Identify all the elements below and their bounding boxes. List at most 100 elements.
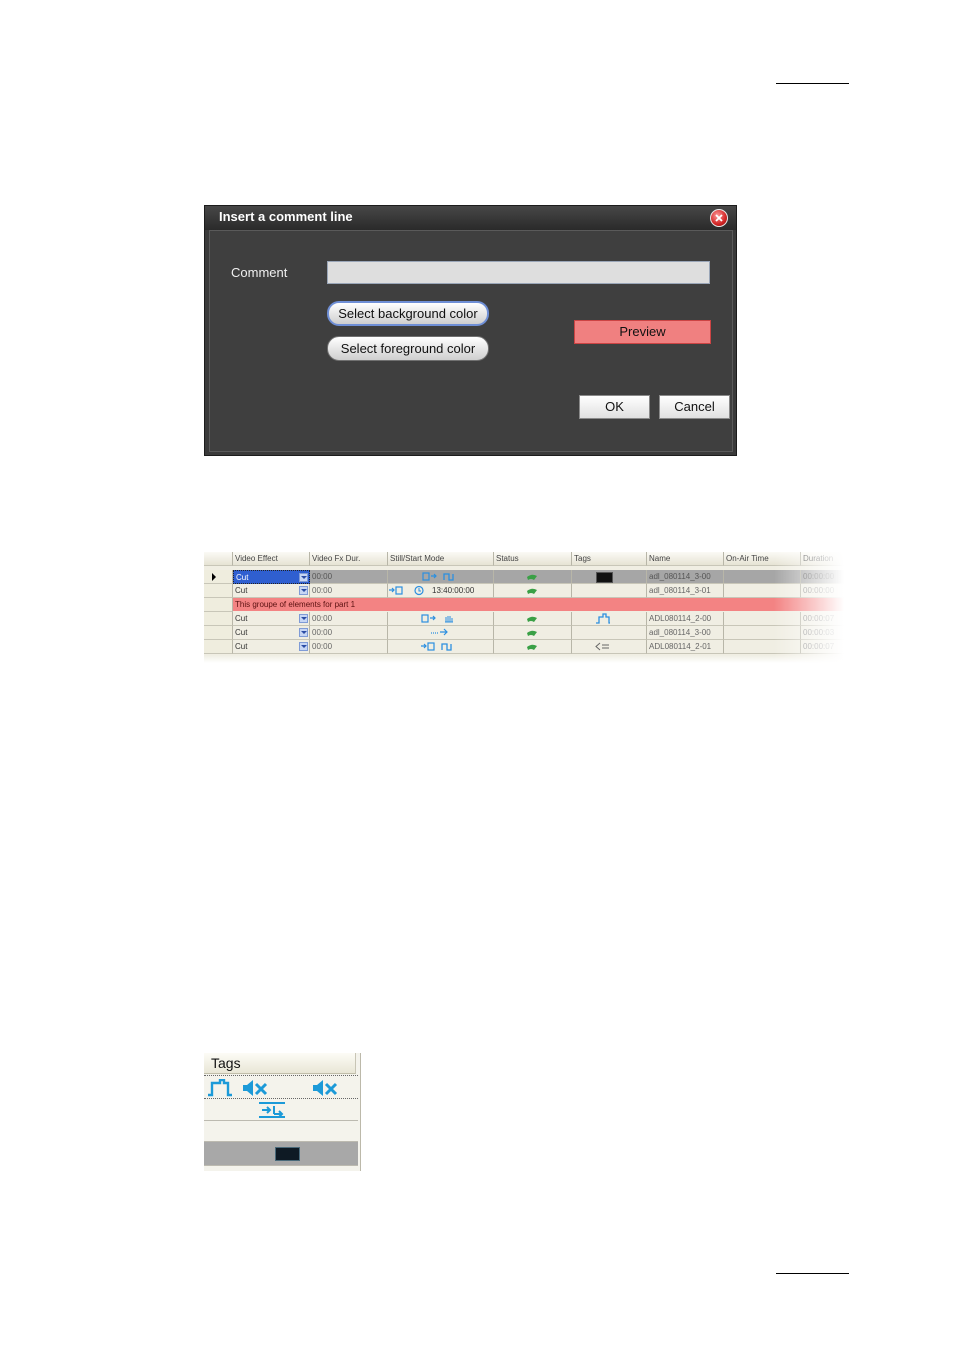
start-mode-cell: [388, 612, 494, 626]
row-indicator: [204, 612, 233, 626]
status-cell: [494, 626, 572, 640]
dropdown-arrow-icon[interactable]: [299, 573, 308, 582]
tags-cell: [572, 570, 647, 584]
effect-cell[interactable]: Cut: [233, 626, 310, 640]
col-status[interactable]: Status: [494, 552, 572, 566]
effect-cell[interactable]: Cut: [233, 570, 310, 584]
tags-column-detail: Tags: [204, 1053, 361, 1171]
grid-bottom-fade: [204, 655, 844, 663]
dropdown-arrow-icon[interactable]: [299, 586, 308, 595]
black-tag-icon: [275, 1147, 300, 1161]
tags-header[interactable]: Tags: [204, 1053, 356, 1074]
effect-cell[interactable]: Cut: [233, 612, 310, 626]
status-ok-icon: [527, 574, 537, 580]
name-cell[interactable]: ADL080114_2-00: [647, 612, 724, 626]
gpi-tag-icon: [208, 1079, 232, 1097]
effect-value: Cut: [235, 628, 248, 637]
comment-label: Comment: [231, 265, 288, 280]
close-icon[interactable]: [710, 209, 728, 227]
footer-rule: [776, 1273, 849, 1274]
col-video-fx-dur[interactable]: Video Fx Dur.: [310, 552, 388, 566]
start-mode-cell: [388, 640, 494, 654]
current-row-arrow-icon: [212, 573, 216, 581]
effect-value: Cut: [235, 642, 248, 651]
name-cell[interactable]: adl_080114_3-01: [647, 584, 724, 598]
on-air-cell[interactable]: [724, 640, 801, 654]
start-mode-cell: 13:40:00:00: [388, 584, 494, 598]
effect-cell[interactable]: Cut: [233, 584, 310, 598]
dialog-title: Insert a comment line: [205, 206, 736, 230]
insert-comment-dialog: Insert a comment line Comment Select bac…: [204, 205, 737, 456]
start-mode-cell: [388, 570, 494, 584]
name-cell[interactable]: adl_080114_3-00: [647, 570, 724, 584]
duration-cell[interactable]: 00:00:03: [801, 626, 844, 640]
comment-input[interactable]: [327, 261, 710, 284]
tags-row[interactable]: [204, 1075, 358, 1099]
preview-swatch: Preview: [574, 320, 711, 344]
dropdown-arrow-icon[interactable]: [299, 614, 308, 623]
fx-dur-cell[interactable]: 00:00: [310, 570, 388, 584]
effect-value: Cut: [235, 614, 248, 623]
status-ok-icon: [527, 644, 537, 650]
tags-row[interactable]: [204, 1099, 358, 1121]
status-cell: [494, 640, 572, 654]
tags-cell: [572, 626, 647, 640]
name-cell[interactable]: adl_080114_3-00: [647, 626, 724, 640]
row-indicator: [204, 584, 233, 598]
effect-cell[interactable]: Cut: [233, 640, 310, 654]
col-name[interactable]: Name: [647, 552, 724, 566]
on-air-cell[interactable]: [724, 612, 801, 626]
start-mode-icons: [421, 642, 452, 651]
start-mode-icons: [422, 572, 454, 581]
tags-cell: [572, 640, 647, 654]
audio-mute-icon: [313, 1080, 338, 1096]
gpi-tag-icon: [596, 613, 610, 624]
col-tags[interactable]: Tags: [572, 552, 647, 566]
tags-row[interactable]: [204, 1121, 358, 1142]
dialog-body: Comment Select background color Select f…: [209, 230, 733, 452]
on-air-cell[interactable]: [724, 584, 801, 598]
row-indicator: [204, 570, 233, 584]
name-cell[interactable]: ADL080114_2-01: [647, 640, 724, 654]
fx-dur-cell[interactable]: 00:00: [310, 626, 388, 640]
dropdown-arrow-icon[interactable]: [299, 642, 308, 651]
row-indicator: [204, 626, 233, 640]
duration-cell[interactable]: 00:00:07: [801, 640, 844, 654]
effect-value: Cut: [236, 573, 249, 582]
select-foreground-color-button[interactable]: Select foreground color: [327, 336, 489, 361]
row-indicator: [204, 640, 233, 654]
start-mode-cell: [388, 626, 494, 640]
on-air-cell[interactable]: [724, 570, 801, 584]
fx-dur-cell[interactable]: 00:00: [310, 640, 388, 654]
comment-line-row[interactable]: This groupe of elements for part 1: [233, 598, 844, 611]
start-mode-icons: [389, 585, 424, 596]
col-duration[interactable]: Duration: [801, 552, 844, 566]
tags-row[interactable]: [204, 1142, 358, 1166]
effect-value: Cut: [235, 586, 248, 595]
cue-out-tag-icon: [595, 642, 609, 651]
status-ok-icon: [527, 588, 537, 594]
col-on-air-time[interactable]: On-Air Time: [724, 552, 801, 566]
row-header-corner: [204, 552, 233, 566]
col-video-effect[interactable]: Video Effect: [233, 552, 310, 566]
start-time: 13:40:00:00: [432, 586, 475, 595]
fx-dur-cell[interactable]: 00:00: [310, 584, 388, 598]
start-mode-icons: [421, 614, 453, 623]
select-background-color-button[interactable]: Select background color: [327, 301, 489, 326]
status-cell: [494, 584, 572, 598]
cancel-button[interactable]: Cancel: [659, 395, 730, 419]
black-tag-icon: [596, 572, 613, 583]
status-cell: [494, 612, 572, 626]
transition-tag-icon: [259, 1102, 285, 1118]
duration-cell[interactable]: 00:00:00: [801, 570, 844, 584]
duration-cell[interactable]: 00:00:07: [801, 612, 844, 626]
on-air-cell[interactable]: [724, 626, 801, 640]
status-ok-icon: [527, 630, 537, 636]
ok-button[interactable]: OK: [579, 395, 650, 419]
duration-cell[interactable]: 00:00:00: [801, 584, 844, 598]
dropdown-arrow-icon[interactable]: [299, 628, 308, 637]
fx-dur-cell[interactable]: 00:00: [310, 612, 388, 626]
status-ok-icon: [527, 616, 537, 622]
col-start-mode[interactable]: Still/Start Mode: [388, 552, 494, 566]
tags-cell: [572, 584, 647, 598]
